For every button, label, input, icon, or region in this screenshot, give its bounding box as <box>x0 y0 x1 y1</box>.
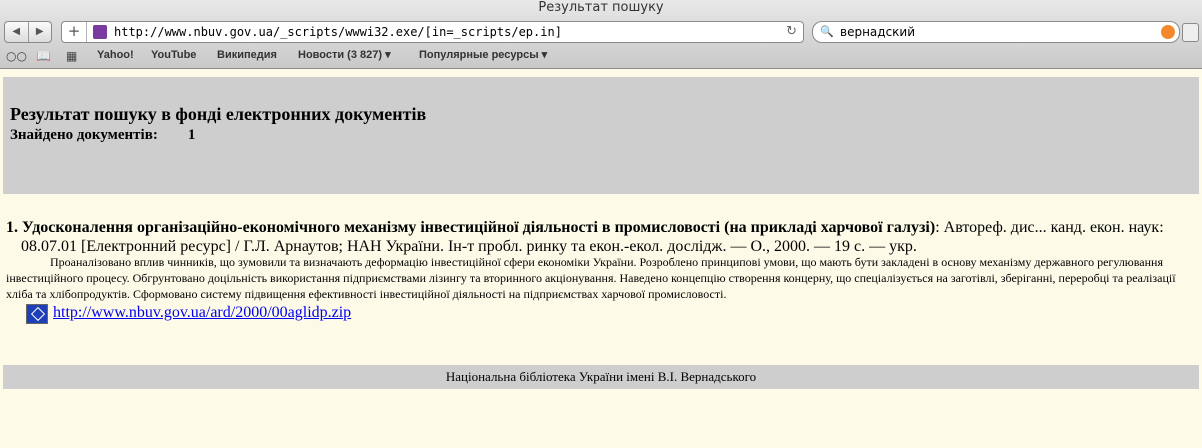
search-value[interactable]: вернадский <box>840 22 915 42</box>
page-footer: Національна бібліотека України імені В.І… <box>3 365 1199 389</box>
result-abstract: Проаналізовано вплив чинників, що зумови… <box>6 255 1176 301</box>
bookmark-wikipedia[interactable]: Википедия <box>217 48 277 63</box>
top-sites-grid-icon[interactable]: ▦ <box>66 49 77 63</box>
add-bookmark-icon[interactable]: + <box>62 22 87 42</box>
found-label: Знайдено документів: <box>10 127 158 143</box>
result-number: 1. <box>6 219 18 236</box>
reading-list-icon[interactable]: ○○ <box>6 49 27 63</box>
result-item: 1. Удосконалення організаційно-економічн… <box>6 218 1196 256</box>
page-title: Результат пошуку в фонді електронних док… <box>10 104 427 124</box>
bookmark-yahoo[interactable]: Yahoo! <box>97 48 134 63</box>
nav-buttons: ◀ ▶ <box>4 21 52 43</box>
download-link[interactable]: http://www.nbuv.gov.ua/ard/2000/00aglidp… <box>53 303 351 323</box>
result-desc-part1: : Автореф. дис... канд. екон. наук: <box>935 219 1164 236</box>
site-favicon-icon <box>93 25 107 39</box>
window-title: Результат пошуку <box>538 0 664 15</box>
search-clear-icon[interactable] <box>1161 25 1175 39</box>
forward-icon[interactable]: ▶ <box>29 22 52 42</box>
bookmark-popular[interactable]: Популярные ресурсы ▾ <box>419 48 547 63</box>
found-number: 1 <box>187 127 196 143</box>
search-icon: 🔍 <box>820 25 834 38</box>
found-count: Знайдено документів: 1 <box>10 127 195 144</box>
back-icon[interactable]: ◀ <box>5 22 29 42</box>
browser-chrome: Результат пошуку ◀ ▶ + http://www.nbuv.g… <box>0 0 1202 69</box>
bookmarks-book-icon[interactable]: 📖 <box>36 49 51 63</box>
window-resize-icon[interactable] <box>1182 23 1199 42</box>
address-bar[interactable]: + http://www.nbuv.gov.ua/_scripts/wwwi32… <box>61 21 804 43</box>
url-text[interactable]: http://www.nbuv.gov.ua/_scripts/wwwi32.e… <box>114 22 562 42</box>
bookmark-news[interactable]: Новости (3 827) ▾ <box>298 48 391 63</box>
search-input[interactable]: 🔍 вернадский <box>812 21 1180 43</box>
bookmarks-bar: ○○ 📖 ▦ Yahoo! YouTube Википедия Новости … <box>0 46 1202 66</box>
download-icon[interactable] <box>26 304 48 324</box>
results-header: Результат пошуку в фонді електронних док… <box>3 77 1199 194</box>
result-title: Удосконалення організаційно-економічного… <box>22 219 936 236</box>
reload-icon[interactable]: ↻ <box>786 22 797 42</box>
bookmark-youtube[interactable]: YouTube <box>151 48 196 63</box>
